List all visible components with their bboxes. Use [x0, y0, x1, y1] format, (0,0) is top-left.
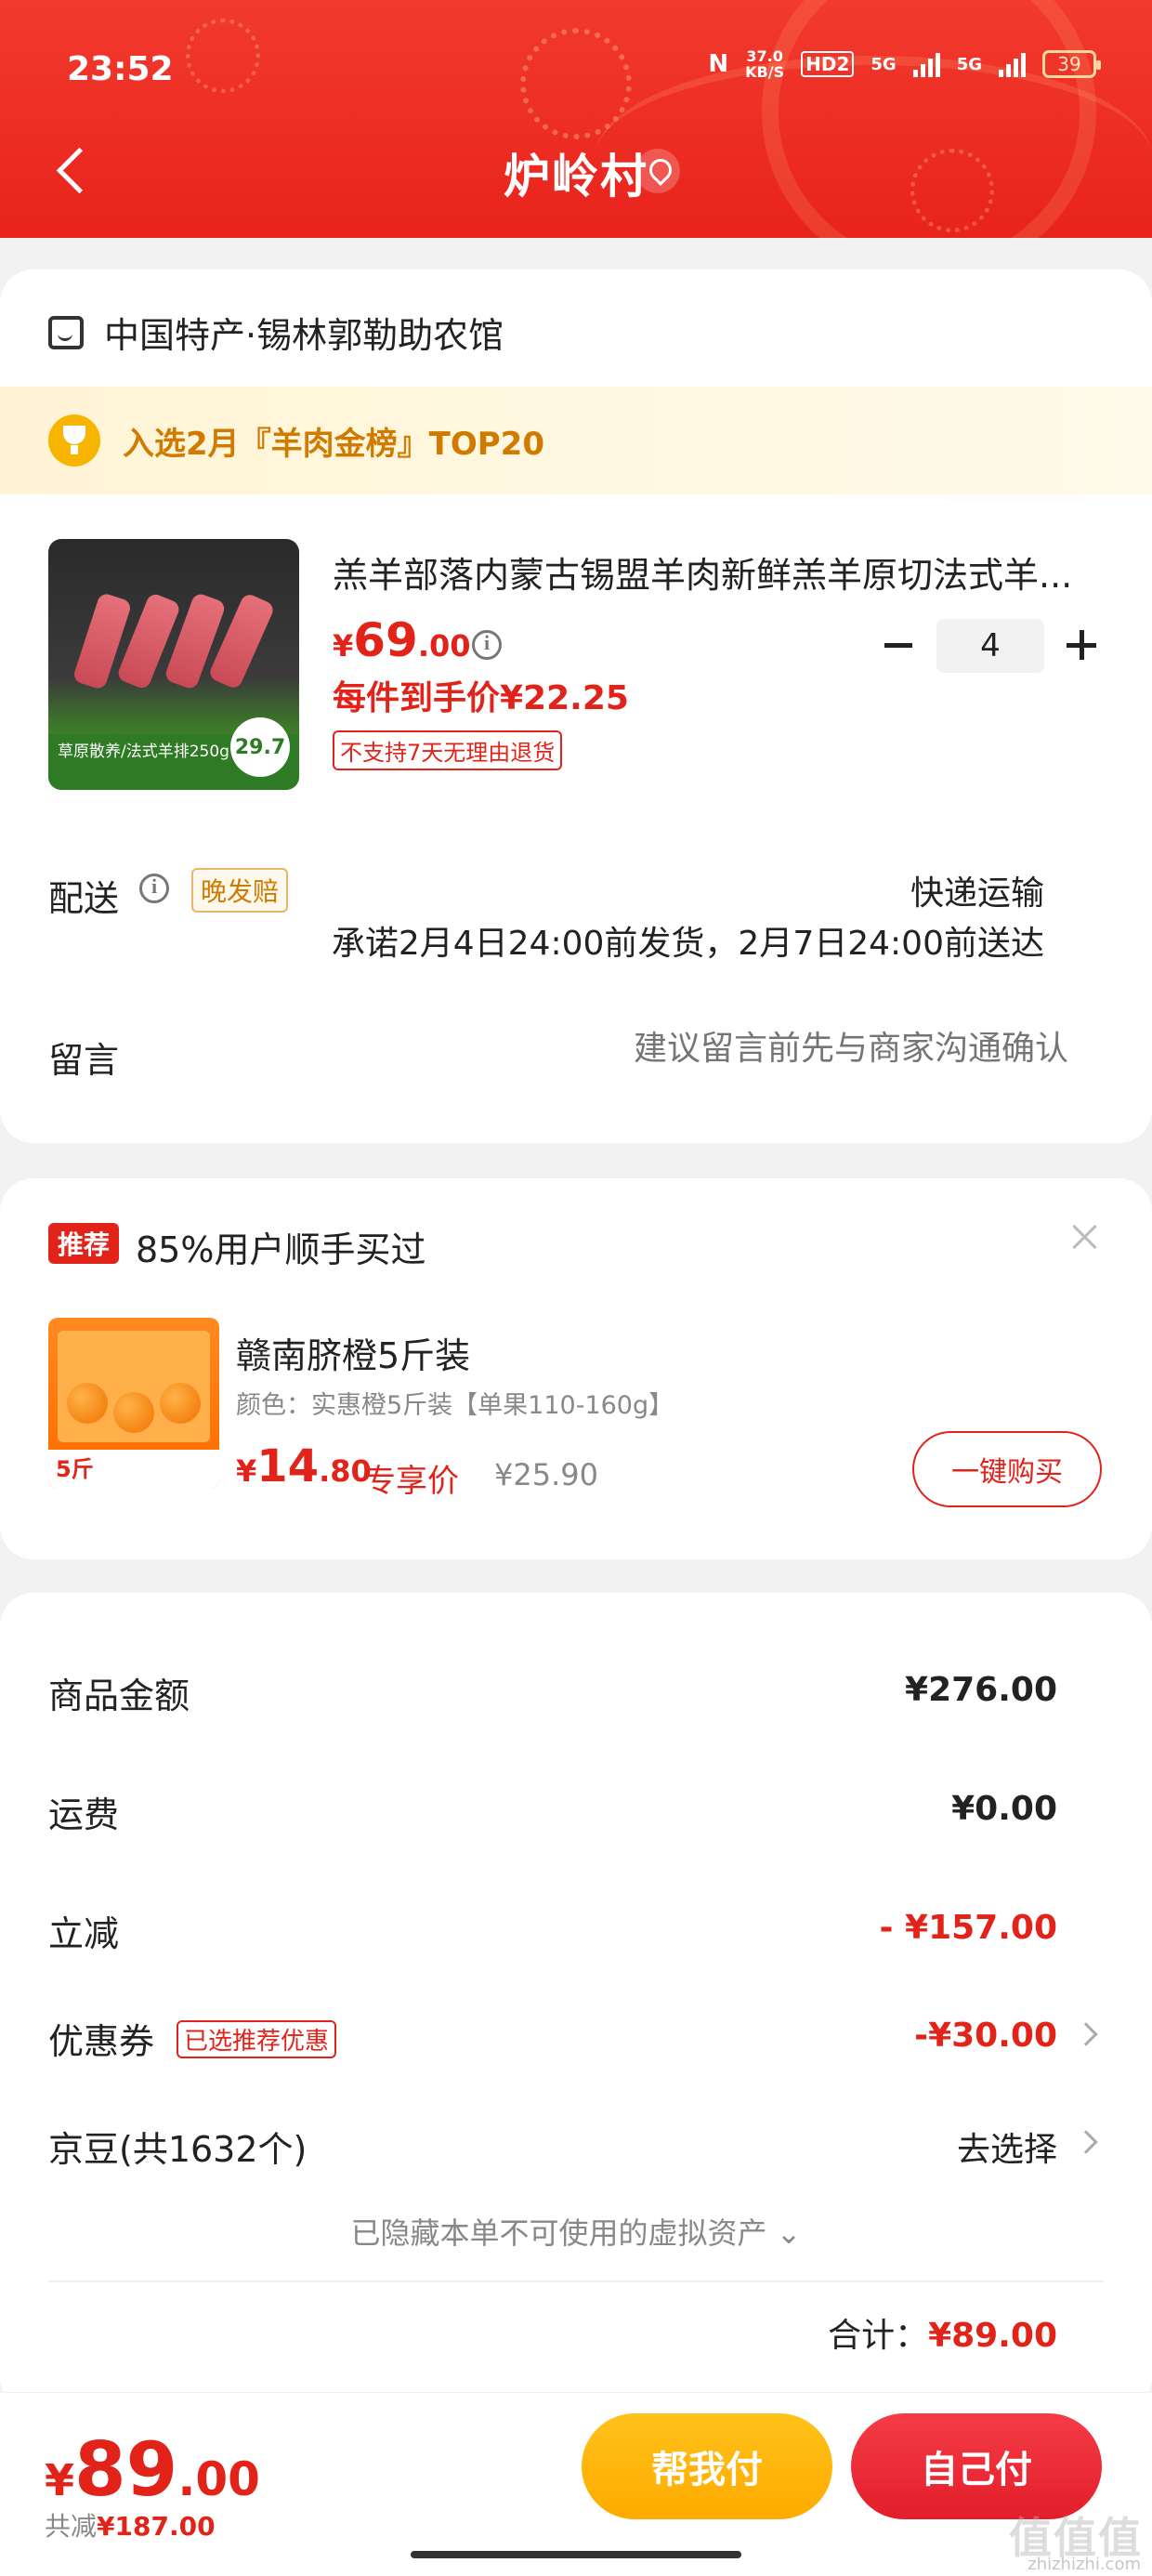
shop-icon	[48, 315, 84, 349]
goods-amount-value: ¥276.00	[905, 1671, 1057, 1709]
discount-row: 立减 - ¥157.00	[0, 1905, 1152, 1961]
shipping-fee-value: ¥0.00	[951, 1790, 1057, 1828]
total-label: 合计：	[828, 2317, 929, 2355]
shop-name: 中国特产·锡林郭勒助农馆	[104, 315, 504, 356]
no-return-badge: 不支持7天无理由退货	[333, 730, 563, 770]
close-icon[interactable]	[1067, 1219, 1104, 1256]
total-line: 合计：¥89.00	[828, 2308, 1057, 2357]
delivery-info-icon[interactable]	[139, 874, 169, 903]
coupon-row[interactable]: 优惠券 已选推荐优惠 -¥30.00	[0, 2013, 1152, 2069]
self-pay-button[interactable]: 自己付	[851, 2413, 1102, 2519]
recommend-name[interactable]: 赣南脐橙5斤装	[236, 1327, 470, 1378]
price-info-icon[interactable]	[472, 630, 502, 660]
payable-price: ¥89.00	[45, 2426, 260, 2513]
shipping-method[interactable]: 快递运输	[910, 866, 1044, 914]
order-card: 中国特产·锡林郭勒助农馆 入选2月『羊肉金榜』TOP20 草原散养/法式羊排25…	[0, 269, 1152, 1143]
hd-icon: HD2	[801, 51, 855, 77]
shipping-fee-row: 运费 ¥0.00	[0, 1786, 1152, 1842]
product-price: ¥69.00	[333, 613, 471, 667]
page-title: 炉岭村	[504, 150, 648, 204]
status-time: 23:52	[67, 50, 174, 88]
unit-price: 每件到手价¥22.25	[333, 679, 629, 717]
bottom-bar: ¥89.00 共减¥187.00 帮我付 自己付 值值值 zhizhizhi.c…	[0, 2392, 1152, 2576]
total-saved: 共减¥187.00	[45, 2511, 216, 2542]
status-icons: N 37.0 KB/S HD2 5G 5G 39	[708, 47, 1101, 81]
original-price: ¥25.90	[494, 1457, 598, 1492]
recommend-image[interactable]: 5斤	[48, 1318, 219, 1489]
recommend-price: ¥14.80	[236, 1440, 372, 1492]
signal-icon	[912, 51, 940, 77]
quantity-value[interactable]: 4	[936, 619, 1044, 673]
recommend-spec: 颜色：实惠橙5斤装【单果110-160g】	[236, 1391, 674, 1420]
battery-icon: 39	[1042, 50, 1101, 78]
recommend-title: 85%用户顺手买过	[136, 1229, 426, 1270]
beans-label: 京豆(共1632个)	[48, 2129, 308, 2170]
total-value: ¥89.00	[928, 2317, 1057, 2355]
chevron-right-icon	[1074, 2130, 1098, 2154]
location-icon[interactable]	[635, 149, 680, 193]
shipping-fee-label: 运费	[48, 1794, 120, 1835]
signal-icon	[999, 51, 1026, 77]
trophy-icon	[48, 414, 100, 467]
goods-amount-row: 商品金额 ¥276.00	[0, 1667, 1152, 1723]
product-image[interactable]: 草原散养/法式羊排250g 29.7	[48, 539, 299, 790]
orange-shape	[67, 1383, 108, 1424]
goods-amount-label: 商品金额	[48, 1676, 190, 1716]
message-input[interactable]	[474, 1030, 1068, 1068]
late-compensation-badge: 晚发赔	[191, 868, 289, 913]
one-click-buy-button[interactable]: 一键购买	[912, 1431, 1102, 1507]
help-pay-button[interactable]: 帮我付	[582, 2413, 832, 2519]
ranking-text: 入选2月『羊肉金榜』TOP20	[123, 425, 544, 463]
quantity-minus-button[interactable]	[883, 628, 916, 662]
orange-shape	[113, 1392, 154, 1433]
discount-value: - ¥157.00	[879, 1909, 1057, 1947]
coupon-value: -¥30.00	[914, 2017, 1057, 2055]
coupon-label: 优惠券	[48, 2021, 155, 2062]
watermark-url: zhizhizhi.com	[1028, 2555, 1141, 2574]
network-type: 5G	[956, 54, 982, 74]
header: 23:52 N 37.0 KB/S HD2 5G 5G 39 炉岭村	[0, 0, 1152, 238]
exclusive-price-label: 专享价	[364, 1463, 459, 1500]
shop-row[interactable]: 中国特产·锡林郭勒助农馆	[48, 307, 504, 358]
product-image-badge: 29.7	[230, 717, 290, 777]
delivery-label: 配送	[48, 878, 120, 919]
hidden-assets-toggle[interactable]: 已隐藏本单不可使用的虚拟资产 ⌄	[0, 2210, 1152, 2253]
firework-decoration	[186, 19, 260, 93]
recommend-card: 推荐 85%用户顺手买过 5斤 赣南脐橙5斤装 颜色：实惠橙5斤装【单果110-…	[0, 1178, 1152, 1559]
orange-shape	[160, 1383, 201, 1424]
quantity-plus-button[interactable]	[1065, 628, 1098, 662]
home-indicator[interactable]	[411, 2551, 741, 2558]
recommend-badge: 推荐	[48, 1223, 120, 1264]
beans-value: 去选择	[956, 2131, 1057, 2169]
shipping-promise: 承诺2月4日24:00前发货，2月7日24:00前送达	[331, 925, 1044, 963]
beans-row[interactable]: 京豆(共1632个) 去选择	[0, 2121, 1152, 2176]
discount-label: 立减	[48, 1913, 120, 1954]
network-type: 5G	[871, 54, 897, 74]
summary-card: 商品金额 ¥276.00 运费 ¥0.00 立减 - ¥157.00 优惠券 已…	[0, 1593, 1152, 2411]
nfc-icon: N	[708, 50, 729, 78]
divider	[48, 2280, 1104, 2282]
product-title[interactable]: 羔羊部落内蒙古锡盟羊肉新鲜羔羊原切法式羊...	[333, 546, 1094, 598]
network-speed: 37.0 KB/S	[745, 47, 785, 81]
recommend-image-label: 5斤	[56, 1456, 94, 1482]
message-label: 留言	[48, 1040, 120, 1081]
ranking-banner[interactable]: 入选2月『羊肉金榜』TOP20	[0, 387, 1152, 494]
coupon-badge: 已选推荐优惠	[177, 2020, 337, 2058]
chevron-right-icon	[1074, 2022, 1098, 2046]
